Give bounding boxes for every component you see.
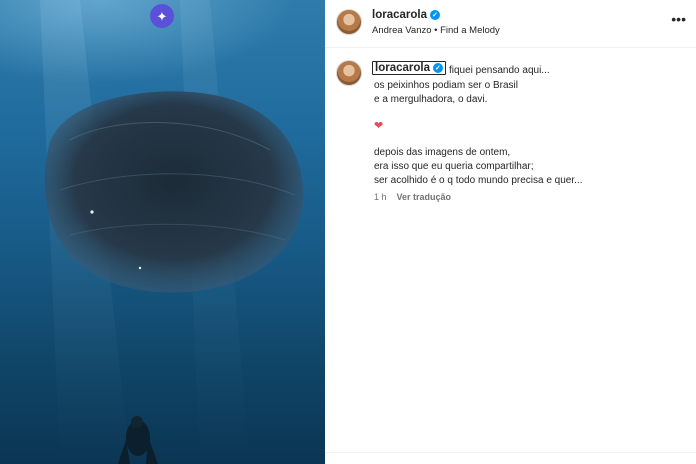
- sparkles-icon[interactable]: ✦: [150, 4, 174, 28]
- caption-avatar[interactable]: [336, 60, 362, 86]
- panel-footer: [325, 452, 696, 464]
- post-details-panel: loracarola ✓ Andrea Vanzo • Find a Melod…: [325, 0, 696, 464]
- fish-school: [44, 91, 304, 293]
- caption-line-5: era isso que eu queria compartilhar;: [374, 161, 534, 172]
- audio-info[interactable]: Andrea Vanzo • Find a Melody: [372, 25, 500, 36]
- caption-line-2: os peixinhos podiam ser o Brasil: [374, 80, 518, 91]
- caption-line-6: ser acolhido é o q todo mundo precisa e …: [374, 175, 583, 186]
- verified-badge-icon: ✓: [429, 10, 440, 20]
- post-header: loracarola ✓ Andrea Vanzo • Find a Melod…: [325, 0, 696, 48]
- caption-line-1: fiquei pensando aqui...: [449, 65, 550, 76]
- translate-link[interactable]: Ver tradução: [397, 192, 452, 202]
- post-time: 1 h: [374, 192, 387, 202]
- caption-username-text[interactable]: loracarola: [375, 62, 430, 74]
- caption-line-4: depois das imagens de ontem,: [374, 147, 511, 158]
- caption-username[interactable]: loracarola ✓: [372, 61, 446, 75]
- verified-badge-icon: ✓: [432, 63, 443, 73]
- underwater-photo: [40, 0, 304, 464]
- post-media[interactable]: ✦: [0, 0, 325, 464]
- header-username[interactable]: loracarola ✓: [372, 9, 440, 21]
- caption-line-3: e a mergulhadora, o davi.: [374, 94, 488, 105]
- username-text[interactable]: loracarola: [372, 9, 427, 21]
- avatar[interactable]: [336, 9, 362, 35]
- caption-meta: 1 h Ver tradução: [374, 192, 451, 202]
- heart-emoji: ❤: [374, 120, 384, 132]
- more-options-icon[interactable]: •••: [671, 12, 686, 26]
